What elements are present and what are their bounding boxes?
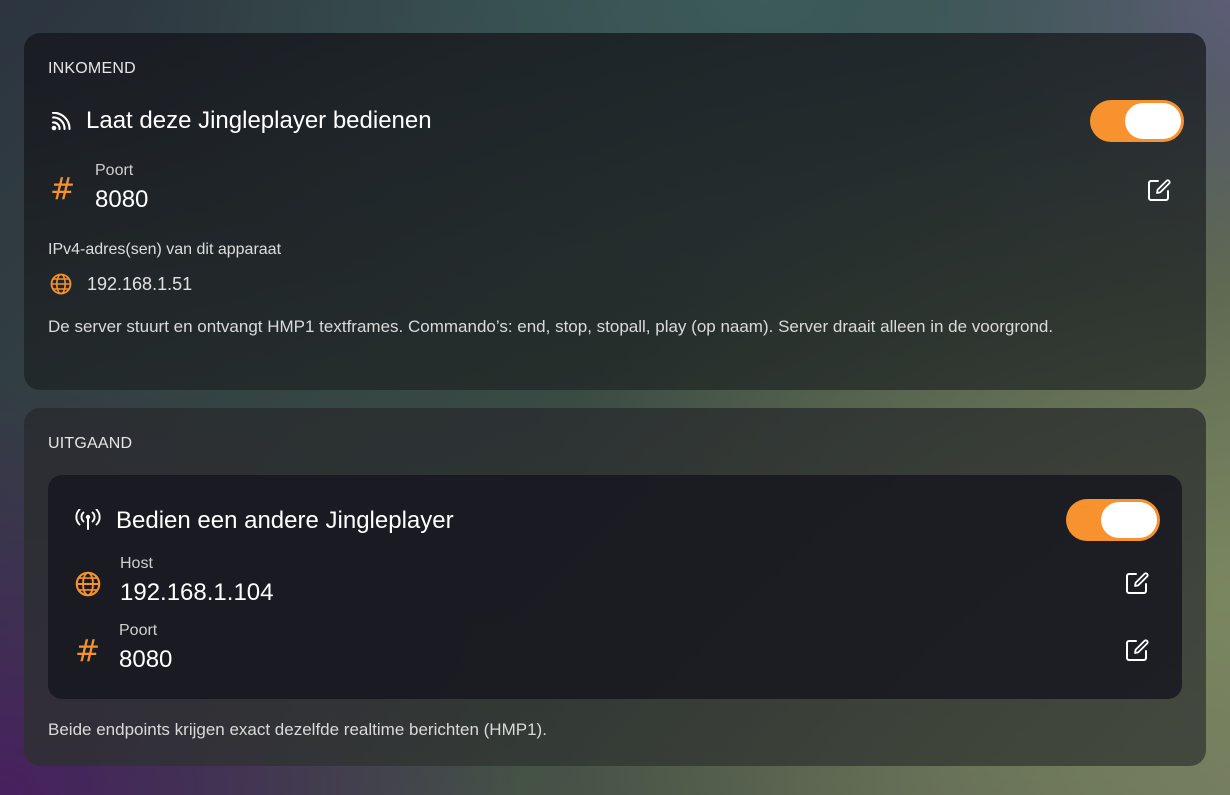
hash-icon: # — [75, 634, 101, 669]
incoming-card: INKOMEND Laat deze Jingleplayer bedienen… — [24, 33, 1206, 390]
rss-feed-icon — [50, 112, 72, 132]
globe-icon — [50, 273, 72, 295]
edit-icon — [1145, 176, 1173, 204]
incoming-section-label: INKOMEND — [48, 60, 136, 77]
outgoing-card: UITGAAND Bedien een andere Jingleplayer — [24, 408, 1206, 766]
outgoing-toggle[interactable] — [1066, 499, 1160, 541]
antenna-icon — [73, 509, 103, 531]
outgoing-port-label: Poort — [119, 622, 158, 639]
host-row: Host 192.168.1.104 — [48, 554, 1182, 614]
ipv4-label: IPv4-adres(sen) van dit apparaat — [48, 241, 282, 258]
outgoing-toggle-title: Bedien een andere Jingleplayer — [116, 507, 454, 534]
host-edit-button[interactable] — [1123, 569, 1151, 597]
outgoing-toggle-knob — [1101, 502, 1157, 538]
outgoing-port-edit-button[interactable] — [1123, 636, 1151, 664]
incoming-port-value: 8080 — [95, 186, 149, 213]
outgoing-section-label: UITGAAND — [48, 435, 133, 452]
host-label: Host — [120, 555, 153, 572]
edit-icon — [1123, 636, 1151, 664]
ipv4-value: 192.168.1.51 — [87, 274, 193, 294]
incoming-port-row: # Poort 8080 — [24, 161, 1206, 221]
outgoing-panel: Bedien een andere Jingleplayer Host 192.… — [48, 475, 1182, 699]
incoming-toggle-title: Laat deze Jingleplayer bedienen — [86, 107, 432, 134]
outgoing-footer: Beide endpoints krijgen exact dezelfde r… — [48, 720, 547, 739]
edit-icon — [1123, 569, 1151, 597]
incoming-toggle-knob — [1125, 103, 1181, 139]
incoming-port-label: Poort — [95, 162, 134, 179]
outgoing-port-value: 8080 — [119, 646, 173, 673]
globe-icon — [75, 571, 101, 597]
incoming-port-edit-button[interactable] — [1145, 176, 1173, 204]
host-value: 192.168.1.104 — [120, 579, 274, 606]
incoming-toggle[interactable] — [1090, 100, 1184, 142]
incoming-description: De server stuurt en ontvangt HMP1 textfr… — [48, 317, 1054, 336]
hash-icon: # — [50, 172, 76, 207]
outgoing-port-row: # Poort 8080 — [48, 621, 1182, 681]
